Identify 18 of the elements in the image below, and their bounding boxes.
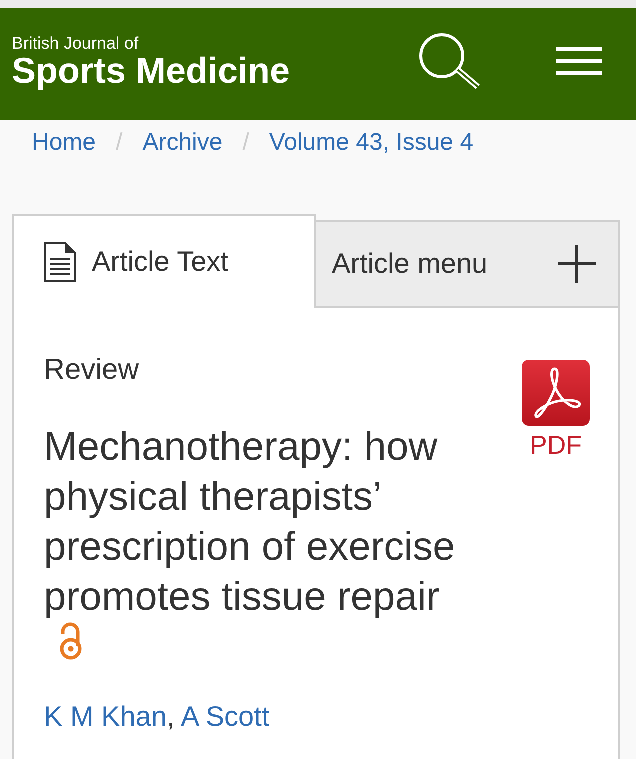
menu-icon[interactable] bbox=[556, 47, 602, 75]
pdf-icon bbox=[522, 360, 590, 426]
author-link[interactable]: A Scott bbox=[180, 701, 270, 732]
breadcrumb-separator: / bbox=[116, 128, 123, 158]
breadcrumb-link[interactable]: Home bbox=[32, 128, 96, 158]
breadcrumb-separator: / bbox=[242, 128, 250, 158]
article-type: Review bbox=[44, 353, 140, 387]
pdf-link[interactable]: PDF bbox=[522, 360, 590, 460]
article-tab[interactable]: Article Text bbox=[12, 214, 316, 308]
search-icon[interactable] bbox=[418, 32, 482, 90]
document-icon bbox=[44, 242, 76, 282]
article-tab[interactable]: Article menu bbox=[316, 220, 620, 308]
author-separator: , bbox=[166, 701, 175, 732]
journal-logo[interactable]: British Journal of Sports Medicine bbox=[12, 34, 290, 88]
article-title: Mechanotherapy: how physical therapists’ prescription of exercise promotes tissue repair bbox=[44, 424, 456, 621]
author-link[interactable]: K M Khan bbox=[44, 701, 167, 732]
breadcrumb-link[interactable]: Archive bbox=[142, 128, 223, 158]
breadcrumb-link[interactable]: Volume 43, Issue 4 bbox=[269, 128, 474, 158]
